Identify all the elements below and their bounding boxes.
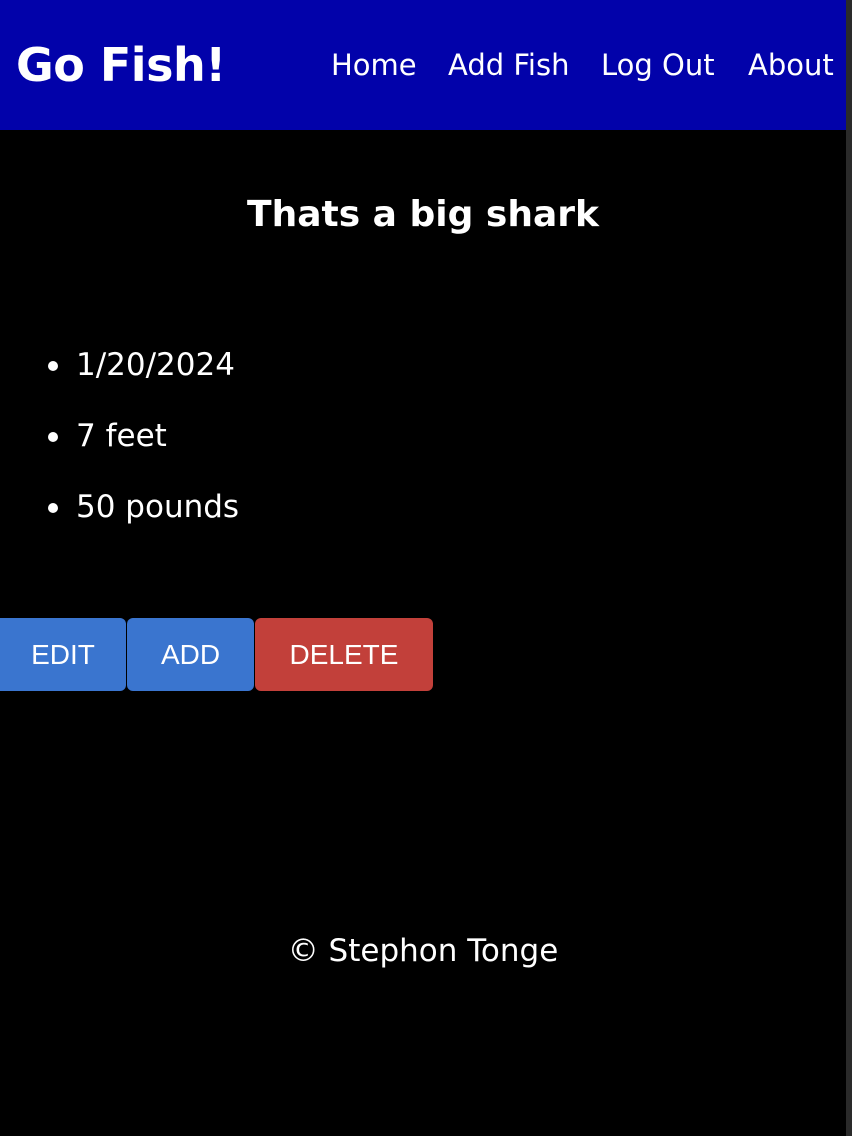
- scrollbar-track[interactable]: [846, 0, 852, 1136]
- add-button[interactable]: ADD: [127, 618, 254, 691]
- edit-button[interactable]: EDIT: [0, 618, 126, 691]
- delete-button[interactable]: DELETE: [255, 618, 433, 691]
- main-nav: Home Add Fish Log Out About: [0, 45, 846, 85]
- footer-copyright: © Stephon Tonge: [287, 933, 559, 969]
- nav-link-add-fish[interactable]: Add Fish: [448, 45, 569, 85]
- nav-link-home[interactable]: Home: [331, 45, 417, 85]
- site-header: Go Fish! Home Add Fish Log Out About: [0, 0, 846, 130]
- nav-link-log-out[interactable]: Log Out: [601, 45, 715, 85]
- detail-text: 50 pounds: [76, 489, 240, 525]
- bullet-icon: [48, 361, 58, 371]
- detail-text: 7 feet: [76, 418, 167, 454]
- page-title: Thats a big shark: [247, 194, 599, 235]
- bullet-icon: [48, 503, 58, 513]
- bullet-icon: [48, 432, 58, 442]
- detail-text: 1/20/2024: [76, 347, 235, 383]
- nav-link-about[interactable]: About: [748, 45, 834, 85]
